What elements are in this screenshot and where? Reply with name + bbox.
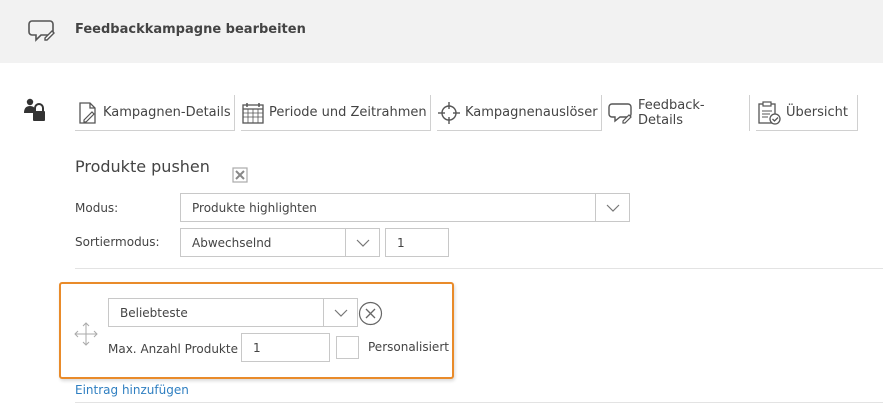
clipboard-check-icon xyxy=(758,100,781,125)
sortiermodus-label: Sortiermodus: xyxy=(75,235,160,249)
page-header: Feedbackkampagne bearbeiten xyxy=(0,0,883,63)
tab-label: Kampagnenauslöser xyxy=(465,105,598,120)
tab-label: Feedback-Details xyxy=(638,98,705,128)
chevron-down-icon[interactable] xyxy=(323,299,357,326)
max-anzahl-input[interactable]: 1 xyxy=(241,333,330,362)
divider xyxy=(75,268,883,269)
max-anzahl-label: Max. Anzahl Produkte xyxy=(108,342,238,356)
modus-value: Produkte highlighten xyxy=(192,201,317,215)
sortiermodus-value: Abwechselnd xyxy=(192,236,272,250)
entry-select-value: Beliebteste xyxy=(120,306,188,320)
crosshair-icon xyxy=(438,101,460,124)
chevron-down-icon[interactable] xyxy=(595,194,629,221)
tab-kampagnenausloeser[interactable]: Kampagnenauslöser xyxy=(437,95,602,131)
tab-label: Periode und Zeitrahmen xyxy=(269,105,427,120)
chat-edit-icon xyxy=(28,20,55,42)
chat-bubble-icon xyxy=(608,103,632,124)
sortiermodus-select[interactable]: Abwechselnd xyxy=(180,228,380,257)
tab-feedback-details[interactable]: Feedback-Details xyxy=(608,95,750,131)
tab-label: Übersicht xyxy=(786,105,848,120)
add-entry-link[interactable]: Eintrag hinzufügen xyxy=(75,383,189,397)
page-title: Feedbackkampagne bearbeiten xyxy=(75,22,306,37)
personalisiert-label: Personalisiert xyxy=(368,340,449,354)
tab-periode-und-zeitrahmen[interactable]: Periode und Zeitrahmen xyxy=(241,95,431,131)
calendar-icon xyxy=(242,102,264,124)
modus-select[interactable]: Produkte highlighten xyxy=(180,193,630,222)
user-lock-icon[interactable] xyxy=(22,97,48,123)
entry-select[interactable]: Beliebteste xyxy=(108,298,358,327)
personalisiert-checkbox[interactable] xyxy=(336,336,359,359)
tab-kampagnen-details[interactable]: Kampagnen-Details xyxy=(75,95,235,131)
chevron-down-icon[interactable] xyxy=(345,229,379,256)
section-title: Produkte pushen xyxy=(75,157,210,176)
entry-card xyxy=(59,282,454,379)
tab-label: Kampagnen-Details xyxy=(103,105,231,120)
tab-uebersicht[interactable]: Übersicht xyxy=(756,95,858,131)
remove-circle-icon[interactable] xyxy=(358,301,383,326)
document-edit-icon xyxy=(79,101,96,124)
sortier-count-input[interactable]: 1 xyxy=(385,228,449,257)
clear-icon[interactable] xyxy=(232,167,248,183)
move-icon[interactable] xyxy=(73,321,99,347)
modus-label: Modus: xyxy=(75,201,119,215)
